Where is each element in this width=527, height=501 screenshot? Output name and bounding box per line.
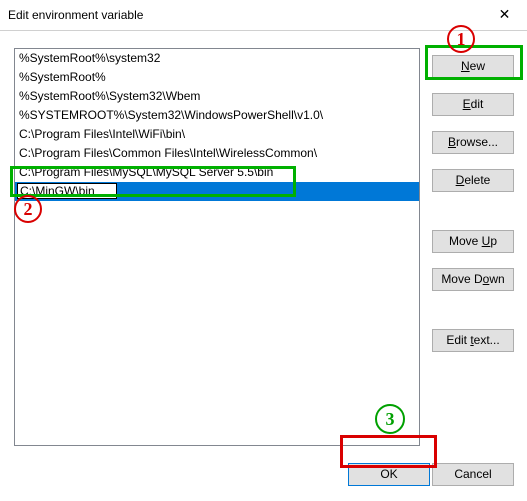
list-item[interactable]: %SystemRoot% [15, 68, 419, 87]
dialog-content: %SystemRoot%\system32 %SystemRoot% %Syst… [0, 30, 527, 501]
list-item[interactable]: %SystemRoot%\system32 [15, 49, 419, 68]
edit-button[interactable]: Edit [432, 93, 514, 116]
path-edit-input[interactable] [17, 183, 117, 199]
titlebar: Edit environment variable ✕ [0, 0, 527, 31]
cancel-button[interactable]: Cancel [432, 463, 514, 486]
list-item[interactable]: %SystemRoot%\System32\Wbem [15, 87, 419, 106]
list-item-editing[interactable] [15, 182, 419, 201]
close-icon[interactable]: ✕ [482, 0, 527, 29]
list-item[interactable]: C:\Program Files\Intel\WiFi\bin\ [15, 125, 419, 144]
list-item[interactable]: C:\Program Files\MySQL\MySQL Server 5.5\… [15, 163, 419, 182]
move-up-button[interactable]: Move Up [432, 230, 514, 253]
window-title: Edit environment variable [8, 8, 143, 22]
path-listbox[interactable]: %SystemRoot%\system32 %SystemRoot% %Syst… [14, 48, 420, 446]
ok-button[interactable]: OK [348, 463, 430, 486]
edit-text-button[interactable]: Edit text... [432, 329, 514, 352]
list-item[interactable]: C:\Program Files\Common Files\Intel\Wire… [15, 144, 419, 163]
list-item[interactable]: %SYSTEMROOT%\System32\WindowsPowerShell\… [15, 106, 419, 125]
new-button[interactable]: New [432, 55, 514, 78]
browse-button[interactable]: Browse... [432, 131, 514, 154]
move-down-button[interactable]: Move Down [432, 268, 514, 291]
delete-button[interactable]: Delete [432, 169, 514, 192]
